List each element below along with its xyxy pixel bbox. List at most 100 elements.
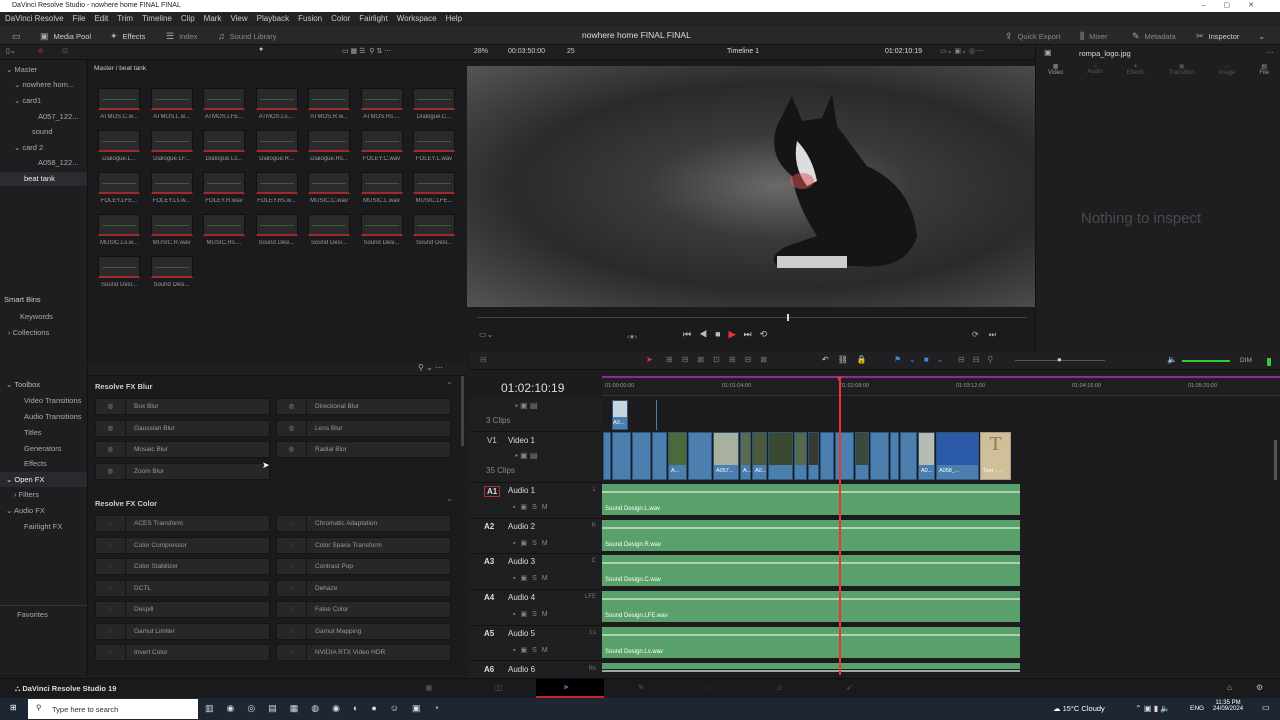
menu-playback[interactable]: Playback (257, 14, 289, 24)
track-name[interactable]: Video 1 (508, 436, 535, 445)
menu-view[interactable]: View (230, 14, 247, 24)
media-pool-clip[interactable]: FOLEY.LFE... (98, 172, 140, 204)
index-button[interactable]: ☰ Index (166, 31, 197, 42)
metadata-button[interactable]: ✎ Metadata (1132, 31, 1176, 42)
quick-export-button[interactable]: ⇪ Quick Export (1005, 31, 1060, 42)
solo-button[interactable]: S (532, 611, 542, 618)
track-name[interactable]: Audio 1 (508, 486, 535, 495)
scrubber-handle[interactable] (787, 314, 789, 321)
effect-item[interactable]: ◌ Color Stabilizer (95, 558, 270, 575)
track-controls[interactable]: ▪▣SM (513, 574, 553, 582)
effects-button[interactable]: ✦ Effects (110, 31, 145, 42)
menu-fairlight[interactable]: Fairlight (359, 14, 387, 24)
media-pool-clip[interactable]: Sound Desi... (360, 214, 403, 246)
tab-effects[interactable]: ✦ Effects (1126, 63, 1144, 91)
selection-tool-icon[interactable]: ➤ (646, 355, 653, 364)
audio-clip[interactable]: Sound Design.LFE.wav (602, 591, 1020, 625)
favorites-heading[interactable]: Favorites (17, 610, 48, 619)
audio-clip[interactable] (602, 662, 1020, 672)
media-pool-clip[interactable]: Dialogue.Rs... (308, 130, 350, 162)
transport-controls[interactable]: ⏮◀■▶⏭⟲ (683, 329, 775, 340)
viewer-zoom[interactable]: 28% (474, 48, 488, 55)
track-controls[interactable]: ▪▣SM (513, 503, 553, 511)
fx-category-fairlight-fx[interactable]: Fairlight FX (24, 522, 62, 531)
solo-button[interactable]: S (532, 504, 542, 511)
tab-video[interactable]: ▦ Video (1048, 63, 1063, 91)
menu-trim[interactable]: Trim (117, 14, 133, 24)
effect-item[interactable]: ◌ Color Compressor (95, 536, 270, 554)
effect-item[interactable]: ◍ Box Blur (95, 398, 270, 415)
mute-button[interactable]: M (542, 611, 553, 618)
video-clip[interactable] (612, 432, 631, 480)
media-pool-clip[interactable]: MUSIC.Ls.w... (98, 214, 140, 246)
media-pool-clip[interactable]: MUSIC.R.wav (150, 214, 193, 246)
media-pool-clip[interactable]: Dialogue.R... (255, 130, 298, 162)
title-clip[interactable]: T Text - ... (980, 432, 1011, 480)
weather-widget[interactable]: ☁ 15°C Cloudy (1053, 704, 1105, 713)
page-edit-tab[interactable]: ⫸ (536, 679, 604, 698)
effect-item[interactable]: ◌ NVIDIA RTX Video HDR (276, 644, 451, 661)
page-deliver-icon[interactable]: ➶ (846, 683, 853, 692)
menu-clip[interactable]: Clip (181, 14, 195, 24)
video-clip[interactable] (603, 432, 611, 480)
track-controls[interactable]: ▪▣SM (513, 610, 553, 618)
system-tray-icons[interactable]: ⌃ ▣ ▮ 🔈 (1135, 704, 1170, 713)
effect-item[interactable]: ◍ Gaussian Blur (95, 419, 270, 437)
fx-category-open-fx[interactable]: ⌄ Open FX (0, 472, 87, 487)
video-clip[interactable]: A0... (612, 400, 628, 430)
media-pool-button[interactable]: ▣ Media Pool (40, 31, 91, 42)
settings-gear-icon[interactable]: ⚙ (1256, 683, 1263, 692)
tab-audio[interactable]: ♫ Audio (1087, 63, 1102, 91)
track-controls[interactable]: ▪▣SM (513, 646, 553, 654)
video-clip[interactable]: A... (740, 432, 751, 480)
more-options-icon[interactable]: ⋯ (1266, 48, 1274, 57)
scrubber-bar[interactable] (477, 317, 1027, 318)
bin-item[interactable]: ⌄ nowhere hom... (14, 80, 74, 89)
effect-item[interactable]: ◍ Lens Blur (276, 419, 451, 437)
mute-button[interactable]: M (542, 540, 553, 547)
fx-category-video-transitions[interactable]: Video Transitions (24, 396, 81, 405)
track-name[interactable]: Audio 3 (508, 557, 535, 566)
window-controls[interactable]: –▢✕ (1202, 1, 1272, 9)
menu-davinci[interactable]: DaVinci Resolve (5, 14, 64, 24)
media-pool-clip[interactable]: Sound Desi... (308, 214, 350, 246)
monitor-icon[interactable]: ▭ (12, 31, 21, 42)
media-pool-clip[interactable]: Sound Desi... (413, 214, 455, 246)
video-clip[interactable] (855, 432, 869, 480)
effect-item[interactable]: ◌ Invert Color (95, 644, 270, 661)
video-clip[interactable]: A0... (918, 432, 935, 480)
media-pool-clip[interactable]: ATMOS.Ls.... (255, 88, 298, 120)
media-pool-clip[interactable]: FOLEY.R.wav (203, 172, 245, 204)
track-controls-icons[interactable]: ▪ ▣ ▤ (515, 401, 537, 410)
menu-workspace[interactable]: Workspace (397, 14, 437, 24)
media-pool-clip[interactable]: Sound Desi... (255, 214, 298, 246)
panel-toggle-icon[interactable]: ▯⌄ (6, 47, 16, 55)
video-clip[interactable] (688, 432, 712, 480)
track-controls[interactable]: ▪▣SM (513, 539, 553, 547)
viewer-right-controls[interactable]: ⟳⏭ (972, 330, 1006, 340)
video-clip[interactable] (808, 432, 819, 480)
fx-category-effects[interactable]: Effects (24, 459, 47, 468)
effect-item[interactable]: ◌ Despill (95, 601, 270, 618)
solo-button[interactable]: S (532, 540, 542, 547)
effect-item[interactable]: ◌ Gamut Mapping (276, 622, 451, 640)
track-name[interactable]: Audio 6 (508, 665, 535, 674)
page-fusion-icon[interactable]: ✎ (638, 683, 645, 692)
volume-icon[interactable]: 🔈 (1167, 355, 1177, 364)
timeline-ruler[interactable] (602, 378, 1280, 396)
home-icon[interactable]: ⌂ (1227, 683, 1232, 692)
media-pool-clip[interactable]: Dialogue.C... (413, 88, 455, 120)
view-mode-icons[interactable]: ▭ ▦ ☰ ⚲ ⇅ ⋯ (342, 47, 391, 55)
snap-link-lock-icons[interactable]: ↶⛓🔒 (822, 355, 876, 364)
video-clip[interactable] (870, 432, 889, 480)
page-color-icon[interactable]: ◌ (706, 683, 711, 692)
effect-item[interactable]: ◌ Gamut Limiter (95, 622, 270, 640)
track-name[interactable]: Audio 4 (508, 593, 535, 602)
media-pool-clip[interactable]: FOLEY.Rs.w... (255, 172, 298, 204)
media-pool-clip[interactable]: Sound Desi... (98, 256, 140, 288)
taskbar-search-input[interactable]: ⚲ Type here to search (28, 699, 198, 719)
mute-button[interactable]: M (542, 504, 553, 511)
media-pool-clip[interactable]: MUSIC.L.wav (360, 172, 403, 204)
audio-clip[interactable]: Sound Design.Ls.wav (602, 626, 1020, 660)
menu-color[interactable]: Color (331, 14, 350, 24)
